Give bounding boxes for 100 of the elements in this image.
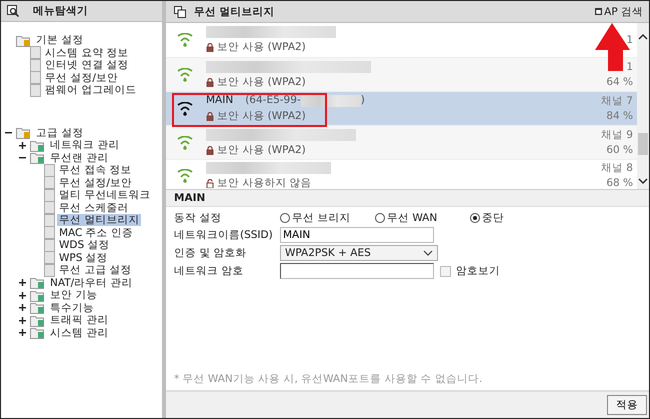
expand-icon[interactable] (19, 329, 26, 336)
wifi-icon (176, 68, 194, 82)
tree-item[interactable]: 보안 기능 (48, 289, 100, 302)
folder-icon (30, 301, 46, 314)
redacted-text (300, 94, 361, 106)
tree-item[interactable]: 시스템 관리 (48, 326, 110, 339)
security-status: 보안 사용 (WPA2) (217, 76, 306, 88)
tree-item[interactable]: 무선 설정/보안 (43, 72, 120, 84)
radio-icon[interactable] (470, 213, 480, 223)
panel-title: 무선 멀티브리지 (194, 4, 276, 18)
folder-icon (16, 126, 32, 140)
page-icon (30, 71, 41, 84)
page-icon (44, 264, 55, 277)
auth-dropdown[interactable]: WPA2PSK + AES (280, 245, 438, 261)
tree-item[interactable]: 무선 스케줄러 (57, 202, 130, 214)
folder-icon (30, 288, 46, 302)
radio-icon[interactable] (280, 213, 290, 223)
page-icon (44, 251, 55, 264)
mac-address: (64-E5-99- (245, 94, 301, 107)
ssid-field[interactable]: MAIN (280, 227, 434, 243)
tree-item[interactable]: 펌웨어 업그레이드 (43, 84, 138, 96)
tree-item[interactable]: 무선랜 관리 (48, 152, 110, 164)
network-row[interactable]: 보안 사용 (WPA2) 1 (166, 23, 637, 58)
tree-item[interactable]: 인터넷 연결 설정 (43, 59, 131, 72)
expand-icon[interactable] (19, 304, 26, 312)
tree-item[interactable]: 시스템 요약 정보 (43, 46, 131, 59)
network-row[interactable]: 보안 사용 (WPA2) 채널 9 60 % (166, 126, 637, 160)
security-status: 보안 사용하지 않음 (217, 177, 312, 189)
show-password-checkbox[interactable]: 암호보기 (440, 264, 500, 278)
sidebar-title: 메뉴탐색기 (33, 4, 88, 18)
tree-item[interactable]: 네트워크 관리 (48, 139, 122, 152)
expand-icon[interactable] (19, 292, 26, 299)
tree-item[interactable]: 트래픽 관리 (48, 314, 110, 326)
page-icon (44, 238, 55, 252)
tree-item[interactable]: 무선 고급 설정 (57, 264, 134, 276)
tree-item[interactable]: 기본 설정 (34, 34, 86, 46)
scrollbar[interactable] (637, 23, 649, 189)
signal-strength: 84 % (606, 110, 633, 122)
signal-strength: 60 % (606, 144, 633, 156)
window-icon (595, 8, 602, 15)
mode-radio[interactable]: 중단 (470, 211, 565, 225)
field-label: 인증 및 암호화 (174, 246, 248, 260)
collapse-icon[interactable] (19, 154, 26, 162)
password-field[interactable] (280, 263, 434, 279)
tree-item[interactable]: 무선 접속 정보 (57, 164, 134, 176)
network-row[interactable]: MAIN (64-E5-99- ) 보안 사용 (WPA2) 채널 7 84 % (166, 92, 637, 126)
tree-item[interactable]: MAC 주소 인증 (57, 226, 136, 239)
page-icon (30, 84, 41, 97)
folder-icon (30, 138, 46, 152)
detail-title: MAIN (174, 192, 206, 204)
collapse-icon[interactable] (5, 129, 12, 136)
channel-label: 채널 9 (600, 128, 633, 142)
wifi-icon (176, 33, 194, 47)
folder-icon (16, 34, 32, 47)
channel-label: 채널 8 (600, 162, 633, 175)
network-name: MAIN (206, 94, 234, 107)
tree-item[interactable]: 무선 멀티브리지 (57, 214, 142, 226)
folder-icon (30, 276, 46, 290)
chevron-down-icon (423, 250, 433, 256)
scroll-down-icon[interactable] (638, 178, 648, 185)
folder-icon (30, 326, 46, 340)
scroll-up-icon[interactable] (638, 33, 648, 40)
expand-icon[interactable] (19, 142, 26, 149)
footnote: * 무선 WAN기능 사용 시, 유선WAN포트를 사용할 수 없습니다. (173, 372, 484, 387)
wifi-icon (176, 102, 194, 116)
page-icon (44, 226, 55, 240)
search-icon (7, 5, 19, 17)
tree-item[interactable]: 무선 설정/보안 (57, 176, 134, 189)
expand-icon[interactable] (19, 316, 26, 324)
windows-icon (174, 6, 186, 18)
tree-item[interactable]: 특수기능 (48, 302, 96, 314)
tree-item[interactable]: 고급 설정 (34, 126, 86, 139)
folder-icon (30, 314, 46, 327)
tree-item[interactable]: NAT/라우터 관리 (48, 276, 135, 289)
tree-item[interactable]: WDS 설정 (57, 239, 112, 252)
field-label: 네트워크이름(SSID) (174, 228, 274, 242)
radio-icon[interactable] (375, 213, 385, 223)
apply-button[interactable]: 적용 (607, 395, 647, 415)
page-icon (44, 214, 55, 227)
field-label: 네트워크 암호 (174, 264, 244, 278)
mac-address-end: ) (360, 94, 365, 107)
page-icon (44, 164, 55, 177)
mode-radio[interactable]: 무선 WAN (375, 211, 470, 225)
page-icon (44, 201, 55, 214)
mode-radio[interactable]: 무선 브리지 (280, 211, 375, 225)
security-status: 보안 사용 (WPA2) (217, 41, 306, 54)
tree-item[interactable]: 멀티 무선네트워크 (57, 189, 152, 202)
channel-label: 채널 7 (600, 94, 633, 108)
checkbox-icon[interactable] (440, 266, 451, 276)
wifi-icon (176, 136, 194, 150)
network-row[interactable]: 보안 사용 (WPA2) 1 64 % (166, 58, 637, 92)
ap-search-button[interactable]: AP 검색 (595, 4, 643, 18)
page-icon (30, 58, 41, 72)
tree-item[interactable]: WPS 설정 (57, 252, 110, 264)
channel-label: 1 (626, 34, 633, 46)
signal-strength: 64 % (606, 76, 633, 88)
scroll-thumb[interactable] (638, 133, 648, 155)
page-icon (44, 188, 55, 202)
page-icon (44, 176, 55, 190)
expand-icon[interactable] (19, 279, 26, 286)
